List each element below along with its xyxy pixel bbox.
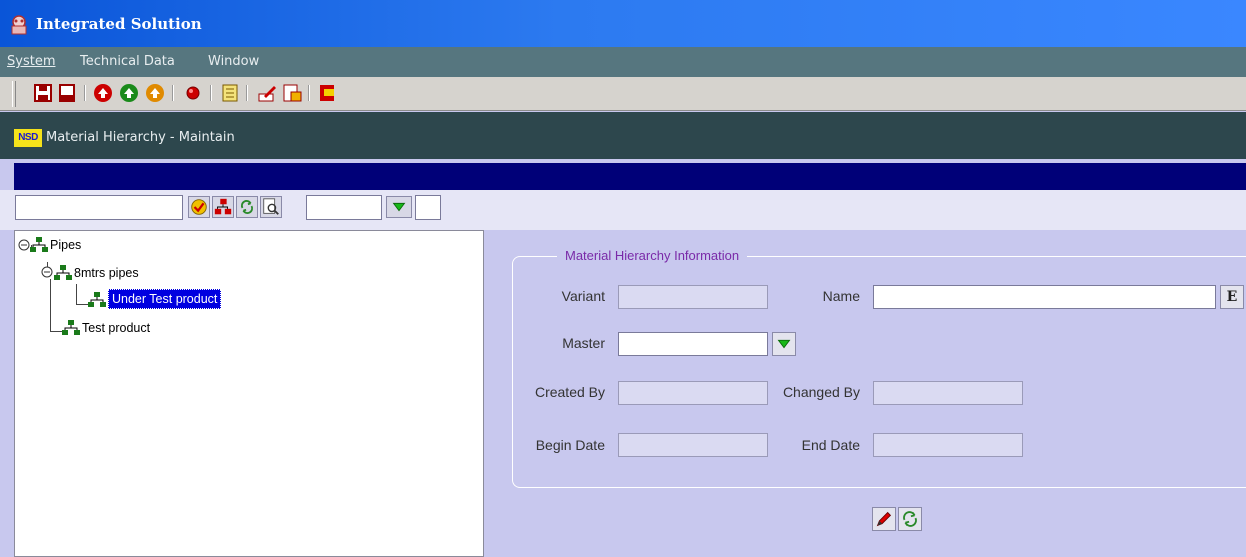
search-icon[interactable] <box>260 196 282 218</box>
filter-combo-input[interactable] <box>306 195 382 220</box>
created-by-field[interactable] <box>618 381 768 405</box>
status-bar <box>14 163 1246 190</box>
list-icon[interactable] <box>219 82 241 104</box>
collapse-icon[interactable] <box>41 266 53 278</box>
created-by-label: Created By <box>534 384 605 400</box>
master-field[interactable] <box>618 332 768 356</box>
nsd-logo: NSD <box>14 129 42 147</box>
begin-date-field[interactable] <box>618 433 768 457</box>
save-icon[interactable] <box>32 82 54 104</box>
hierarchy-node-icon <box>62 320 80 335</box>
toolbar-separator <box>172 85 174 101</box>
toolbar-separator <box>308 85 310 101</box>
edit-pencil-icon[interactable] <box>872 507 896 531</box>
toolbar-separator <box>84 85 86 101</box>
tree-line <box>50 279 51 331</box>
end-date-field[interactable] <box>873 433 1023 457</box>
tree-node-pipes[interactable]: Pipes <box>50 238 81 252</box>
edit-icon[interactable] <box>256 82 278 104</box>
details-legend: Material Hierarchy Information <box>557 248 748 263</box>
execute-search-icon[interactable] <box>188 196 210 218</box>
menu-window-label: Window <box>208 54 260 69</box>
name-label: Name <box>822 288 860 304</box>
changed-by-label: Changed By <box>782 384 860 400</box>
changed-by-field[interactable] <box>873 381 1023 405</box>
next-record-icon[interactable] <box>144 82 166 104</box>
tree-line <box>76 304 88 305</box>
name-editor-button[interactable]: E <box>1220 285 1244 309</box>
menu-technical-data[interactable]: Technical Data <box>80 54 175 69</box>
variant-field[interactable] <box>618 285 768 309</box>
menu-window[interactable]: Window <box>208 54 259 69</box>
refresh-icon[interactable] <box>898 507 922 531</box>
hierarchy-node-icon <box>30 237 48 252</box>
toolbar-separator <box>210 85 212 101</box>
hierarchy-node-icon <box>88 292 106 307</box>
menu-technical-data-label: Technical Data <box>80 54 175 69</box>
filter-extra-input[interactable] <box>415 195 441 220</box>
first-record-icon[interactable] <box>92 82 114 104</box>
refresh-icon[interactable] <box>236 196 258 218</box>
tree-node-under-test-product[interactable]: Under Test product <box>108 289 222 309</box>
menu-system-label: System <box>7 54 56 69</box>
record-icon[interactable] <box>182 82 204 104</box>
tree-node-test-product[interactable]: Test product <box>82 321 150 335</box>
window-title: Integrated Solution <box>36 15 202 33</box>
master-label: Master <box>562 335 605 351</box>
toolbar-handle <box>12 81 16 107</box>
toolbar-separator <box>246 85 248 101</box>
print-icon[interactable] <box>56 82 78 104</box>
export-icon[interactable] <box>281 82 303 104</box>
begin-date-label: Begin Date <box>535 437 605 453</box>
menu-bar: System Technical Data Window <box>0 47 1246 77</box>
tree-line <box>76 284 77 304</box>
hierarchy-node-icon <box>54 265 72 280</box>
name-field[interactable] <box>873 285 1216 309</box>
hierarchy-icon[interactable] <box>212 196 234 218</box>
search-input[interactable] <box>15 195 183 220</box>
form-title: Material Hierarchy - Maintain <box>46 130 235 145</box>
search-row <box>0 190 1246 230</box>
tree-line <box>50 331 62 332</box>
toolbar <box>0 77 1246 111</box>
menu-system[interactable]: System <box>7 54 55 69</box>
variant-label: Variant <box>561 288 605 304</box>
exit-icon[interactable] <box>316 82 338 104</box>
tree-node-8mtrs-pipes[interactable]: 8mtrs pipes <box>74 266 139 280</box>
app-icon <box>11 15 27 35</box>
collapse-icon[interactable] <box>18 239 30 251</box>
previous-record-icon[interactable] <box>118 82 140 104</box>
dropdown-icon[interactable] <box>386 196 412 218</box>
master-dropdown-icon[interactable] <box>772 332 796 356</box>
end-date-label: End Date <box>801 437 860 453</box>
